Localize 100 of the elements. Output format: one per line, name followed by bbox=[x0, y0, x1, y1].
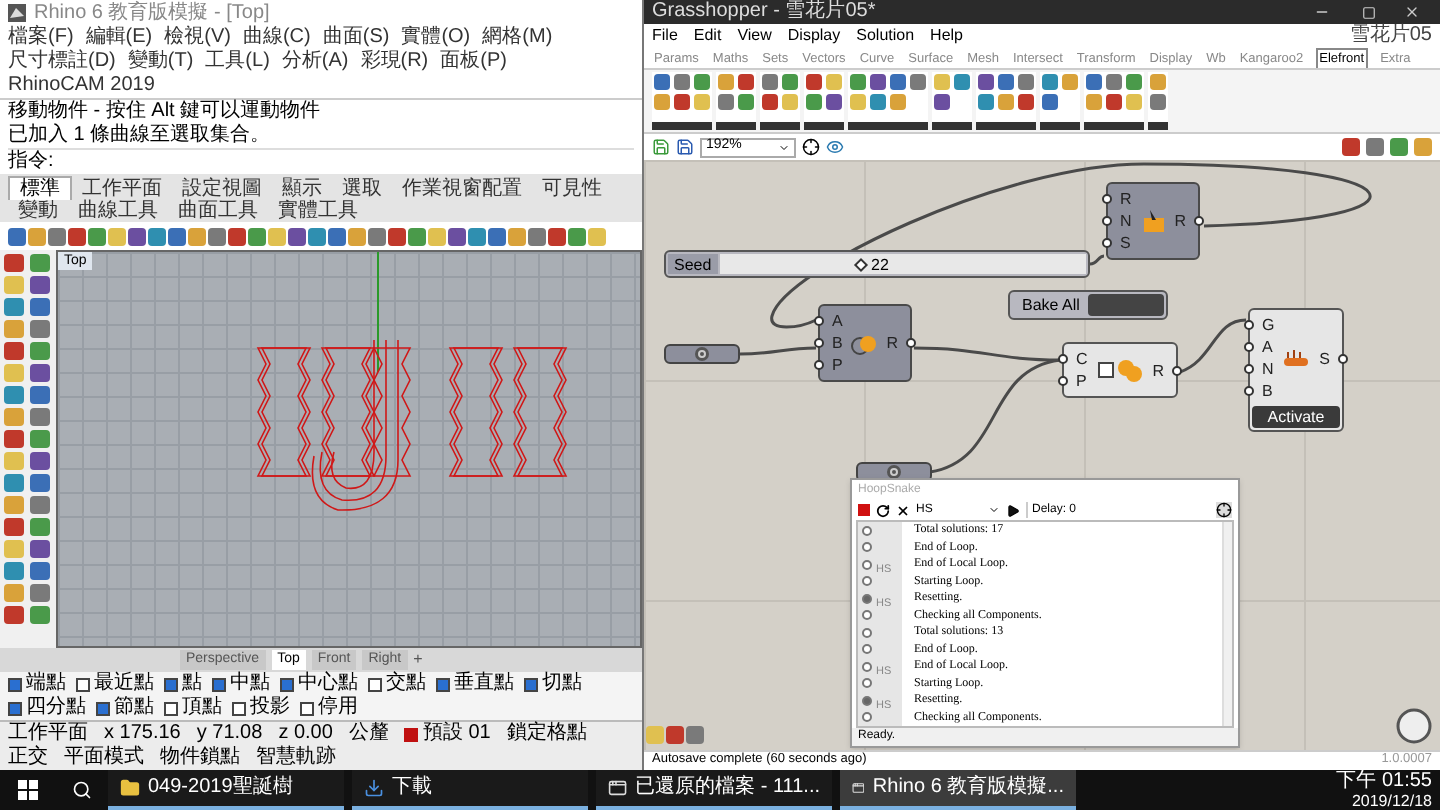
osnap-checkbox[interactable] bbox=[164, 677, 178, 691]
bake-all-button[interactable]: Bake All bbox=[1008, 290, 1168, 320]
menu-item[interactable]: 面板(P) bbox=[440, 50, 507, 74]
component-node[interactable]: G A N B S Activate bbox=[1248, 308, 1344, 432]
clock-time[interactable]: 下午 01:55 bbox=[1336, 771, 1432, 791]
menu-item[interactable]: 檔案(F) bbox=[8, 26, 74, 50]
osnap-checkbox[interactable] bbox=[212, 677, 226, 691]
port-icon[interactable] bbox=[814, 316, 824, 326]
menu-item[interactable]: 編輯(E) bbox=[85, 26, 153, 50]
port-icon[interactable] bbox=[1244, 342, 1254, 352]
start-icon[interactable] bbox=[18, 780, 38, 800]
search-icon[interactable] bbox=[72, 780, 92, 800]
eye-icon[interactable] bbox=[826, 138, 844, 156]
status-toggle[interactable]: 鎖定格點 bbox=[506, 722, 587, 746]
menu-item[interactable]: 工具(L) bbox=[205, 50, 270, 74]
taskbar-item[interactable]: 下載 bbox=[352, 770, 588, 810]
menu-item[interactable]: 彩現(R) bbox=[360, 50, 429, 74]
caret-icon bbox=[988, 504, 1000, 516]
layer-name[interactable]: 預設 01 bbox=[422, 722, 491, 746]
osnap-checkbox[interactable] bbox=[8, 701, 22, 715]
taskbar-item[interactable]: Rhino 6 教育版模擬... bbox=[840, 770, 1076, 810]
osnap-checkbox[interactable] bbox=[96, 701, 110, 715]
osnap-checkbox[interactable] bbox=[280, 677, 294, 691]
menu-item[interactable]: Solution bbox=[856, 28, 915, 44]
ribbon-tab[interactable]: 變動 bbox=[8, 200, 68, 222]
osnap-checkbox[interactable] bbox=[368, 677, 382, 691]
status-toggle[interactable]: 物件鎖點 bbox=[160, 746, 240, 770]
ribbon-tab[interactable]: 工作平面 bbox=[72, 176, 172, 200]
play-icon[interactable] bbox=[1006, 503, 1020, 517]
osnap-checkbox[interactable] bbox=[8, 677, 22, 691]
port-icon[interactable] bbox=[1194, 216, 1204, 226]
menu-item[interactable]: Edit bbox=[693, 28, 722, 44]
port-icon[interactable] bbox=[1102, 238, 1112, 248]
menu-item[interactable]: File bbox=[652, 28, 678, 44]
menu-item[interactable]: 實體(O) bbox=[401, 26, 471, 50]
osnap-checkbox[interactable] bbox=[164, 701, 178, 715]
ribbon-tab[interactable]: 可見性 bbox=[532, 176, 612, 200]
ribbon-tab[interactable]: 曲面工具 bbox=[168, 200, 268, 222]
menu-item[interactable]: View bbox=[737, 28, 772, 44]
navigation-sphere-icon[interactable] bbox=[1396, 708, 1432, 744]
status-toggle[interactable]: 平面模式 bbox=[64, 746, 144, 770]
status-toggle[interactable]: 智慧軌跡 bbox=[256, 746, 336, 770]
port-icon[interactable] bbox=[1244, 386, 1254, 396]
port-icon[interactable] bbox=[814, 338, 824, 348]
component-node[interactable]: A B P R bbox=[818, 304, 912, 382]
parameter-node[interactable] bbox=[664, 344, 740, 364]
close-icon[interactable] bbox=[896, 503, 910, 517]
menu-item[interactable]: 檢視(V) bbox=[164, 26, 231, 50]
menu-item[interactable]: 尺寸標註(D) bbox=[8, 50, 116, 74]
port-icon[interactable] bbox=[1244, 320, 1254, 330]
number-slider[interactable]: Seed 22 bbox=[664, 250, 1090, 278]
canvas[interactable] bbox=[644, 160, 1440, 750]
save-icon[interactable] bbox=[676, 138, 694, 156]
taskbar-item[interactable]: 049-2019聖誕樹 bbox=[108, 770, 344, 810]
input-label: B bbox=[832, 334, 843, 352]
zoom-extents-icon[interactable] bbox=[802, 138, 820, 156]
ribbon-tab[interactable]: 選取 bbox=[332, 176, 392, 200]
menu-item[interactable]: 曲線(C) bbox=[242, 26, 311, 50]
menu-item[interactable]: 曲面(S) bbox=[322, 26, 390, 50]
port-icon[interactable] bbox=[1058, 354, 1068, 364]
component-node[interactable]: R N S R bbox=[1106, 182, 1200, 260]
component-node[interactable]: C P R bbox=[1062, 342, 1178, 398]
document-name: 雪花片05 bbox=[1349, 26, 1432, 46]
port-icon[interactable] bbox=[814, 360, 824, 370]
osnap-checkbox[interactable] bbox=[436, 677, 450, 691]
osnap-checkbox[interactable] bbox=[524, 677, 538, 691]
target-icon[interactable] bbox=[1216, 502, 1232, 518]
ribbon-tab[interactable]: 實體工具 bbox=[268, 200, 368, 222]
clock-date[interactable]: 2019/12/18 bbox=[1351, 791, 1432, 809]
port-icon[interactable] bbox=[1172, 365, 1182, 375]
menu-item[interactable]: 變動(T) bbox=[127, 50, 194, 74]
ribbon-tab[interactable]: 顯示 bbox=[272, 176, 332, 200]
osnap-checkbox[interactable] bbox=[76, 677, 90, 691]
menu-item[interactable]: Help bbox=[930, 28, 963, 44]
ribbon-tab[interactable]: 作業視窗配置 bbox=[392, 176, 532, 200]
refresh-icon[interactable] bbox=[876, 503, 890, 517]
port-icon[interactable] bbox=[1058, 376, 1068, 386]
menu-item[interactable]: 網格(M) bbox=[482, 26, 553, 50]
rhino-logo-icon bbox=[8, 4, 26, 22]
port-icon[interactable] bbox=[1102, 194, 1112, 204]
scrollbar[interactable] bbox=[1222, 522, 1232, 726]
port-icon[interactable] bbox=[1338, 353, 1348, 363]
maximize-icon[interactable] bbox=[1362, 5, 1376, 19]
port-icon[interactable] bbox=[1102, 216, 1112, 226]
ribbon-tab[interactable]: 標準 bbox=[8, 176, 72, 200]
osnap-checkbox[interactable] bbox=[232, 701, 246, 715]
slider-thumb[interactable] bbox=[852, 257, 868, 273]
menu-item[interactable]: Display bbox=[787, 28, 841, 44]
status-toggle[interactable]: 正交 bbox=[8, 746, 48, 770]
ribbon-tab[interactable]: 曲線工具 bbox=[68, 200, 168, 222]
osnap-checkbox[interactable] bbox=[300, 701, 314, 715]
menu-item[interactable]: 分析(A) bbox=[281, 50, 349, 74]
osnap-label: 垂直點 bbox=[454, 672, 514, 696]
port-icon[interactable] bbox=[906, 338, 916, 348]
port-icon[interactable] bbox=[1244, 364, 1254, 374]
add-viewport-button[interactable]: + bbox=[413, 650, 423, 670]
ribbon-tab[interactable]: 設定視圖 bbox=[172, 176, 272, 200]
menu-item[interactable]: RhinoCAM 2019 bbox=[8, 74, 155, 98]
taskbar-item[interactable]: 已還原的檔案 - 111... bbox=[596, 770, 832, 810]
activate-button[interactable]: Activate bbox=[1252, 406, 1340, 428]
